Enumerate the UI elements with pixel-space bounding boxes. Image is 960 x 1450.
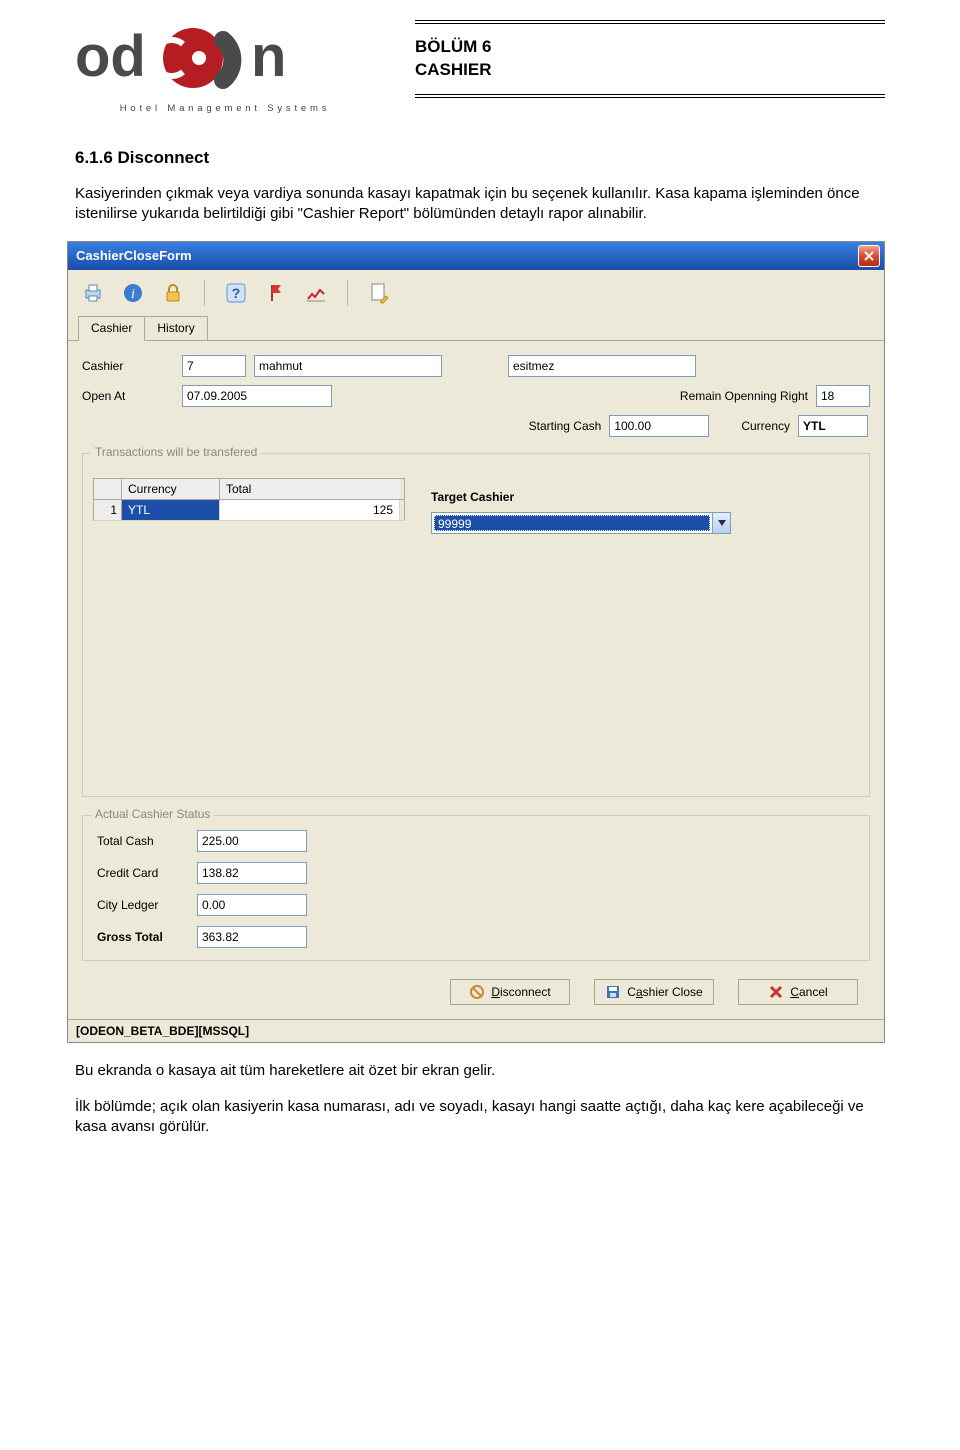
- close-icon[interactable]: [858, 245, 880, 267]
- first-name-field[interactable]: [254, 355, 442, 377]
- cashier-panel: Cashier Open At Remain Openning Right St…: [68, 341, 884, 967]
- label-gross-total: Gross Total: [97, 930, 197, 944]
- row-num: 1: [94, 500, 122, 520]
- svg-text:?: ?: [232, 285, 241, 301]
- print-icon[interactable]: [80, 280, 106, 306]
- transactions-fieldset: Transactions will be transfered Currency…: [82, 453, 870, 797]
- cashier-no-field[interactable]: [182, 355, 246, 377]
- starting-cash-field[interactable]: [609, 415, 709, 437]
- help-icon[interactable]: ?: [223, 280, 249, 306]
- tab-row: Cashier History: [68, 314, 884, 341]
- toolbar-divider: [204, 280, 205, 306]
- chart-icon[interactable]: [303, 280, 329, 306]
- disconnect-icon: [469, 984, 485, 1000]
- label-currency: Currency: [741, 419, 790, 433]
- save-icon: [605, 984, 621, 1000]
- para-1: Kasiyerinden çıkmak veya vardiya sonunda…: [75, 184, 885, 225]
- tab-history[interactable]: History: [144, 316, 207, 340]
- flag-icon[interactable]: [263, 280, 289, 306]
- para-2: Bu ekranda o kasaya ait tüm hareketlere …: [75, 1061, 885, 1081]
- toolbar: i ?: [68, 270, 884, 314]
- actual-status-fieldset: Actual Cashier Status Total Cash Credit …: [82, 815, 870, 961]
- target-block: Target Cashier 99999: [431, 478, 859, 788]
- cancel-icon: [768, 984, 784, 1000]
- button-bar: DDisconnectisconnect Cashier CloseCashie…: [68, 967, 884, 1019]
- doc-header: od n Hotel Management Systems BÖLÜM 6 CA…: [75, 20, 885, 114]
- logo-block: od n Hotel Management Systems: [75, 20, 375, 114]
- status-bar: [ODEON_BETA_BDE][MSSQL]: [68, 1019, 884, 1042]
- transactions-grid[interactable]: Currency Total 1 YTL 125: [93, 478, 405, 788]
- chevron-down-icon[interactable]: [712, 513, 730, 533]
- tab-cashier[interactable]: Cashier: [78, 316, 145, 341]
- remain-field[interactable]: [816, 385, 870, 407]
- edit-icon[interactable]: [366, 280, 392, 306]
- title-line1: BÖLÜM 6: [415, 36, 885, 59]
- svg-text:n: n: [251, 24, 286, 89]
- doc-title-block: BÖLÜM 6 CASHIER: [415, 20, 885, 98]
- cashier-close-window: CashierCloseForm i ? Cashier: [67, 241, 885, 1043]
- legend-actual: Actual Cashier Status: [91, 807, 214, 821]
- logo-icon: od n: [75, 20, 335, 98]
- grid-header: Currency Total: [93, 478, 405, 500]
- col-total: Total: [220, 479, 400, 499]
- cell-total: 125: [220, 500, 400, 520]
- legend-transactions: Transactions will be transfered: [91, 445, 261, 459]
- window-title: CashierCloseForm: [76, 248, 192, 263]
- last-name-field[interactable]: [508, 355, 696, 377]
- credit-card-field[interactable]: [197, 862, 307, 884]
- svg-text:od: od: [75, 24, 146, 89]
- label-starting-cash: Starting Cash: [529, 419, 602, 433]
- label-open-at: Open At: [82, 389, 174, 403]
- info-icon[interactable]: i: [120, 280, 146, 306]
- cancel-button[interactable]: CancelCancel: [738, 979, 858, 1005]
- city-ledger-field[interactable]: [197, 894, 307, 916]
- disconnect-button[interactable]: DDisconnectisconnect: [450, 979, 570, 1005]
- table-row[interactable]: 1 YTL 125: [93, 500, 405, 521]
- rule-top: [415, 20, 885, 24]
- title-line2: CASHIER: [415, 59, 885, 82]
- window-titlebar[interactable]: CashierCloseForm: [68, 242, 884, 270]
- rule-bottom: [415, 94, 885, 98]
- gross-total-field[interactable]: [197, 926, 307, 948]
- logo-subtitle: Hotel Management Systems: [75, 103, 375, 114]
- total-cash-field[interactable]: [197, 830, 307, 852]
- cell-currency: YTL: [122, 500, 220, 520]
- para-3: İlk bölümde; açık olan kasiyerin kasa nu…: [75, 1097, 885, 1138]
- label-credit-card: Credit Card: [97, 866, 197, 880]
- section-number: 6.1.6 Disconnect: [75, 148, 885, 168]
- label-target: Target Cashier: [431, 490, 859, 504]
- lock-icon[interactable]: [160, 280, 186, 306]
- toolbar-divider2: [347, 280, 348, 306]
- label-total-cash: Total Cash: [97, 834, 197, 848]
- open-at-field[interactable]: [182, 385, 332, 407]
- col-currency: Currency: [122, 479, 220, 499]
- svg-text:i: i: [131, 287, 135, 302]
- target-value: 99999: [434, 515, 710, 531]
- currency-field[interactable]: [798, 415, 868, 437]
- label-remain: Remain Openning Right: [638, 389, 808, 403]
- target-cashier-combo[interactable]: 99999: [431, 512, 731, 534]
- label-cashier: Cashier: [82, 359, 174, 373]
- label-city-ledger: City Ledger: [97, 898, 197, 912]
- cashier-close-button[interactable]: Cashier CloseCashier Close: [594, 979, 714, 1005]
